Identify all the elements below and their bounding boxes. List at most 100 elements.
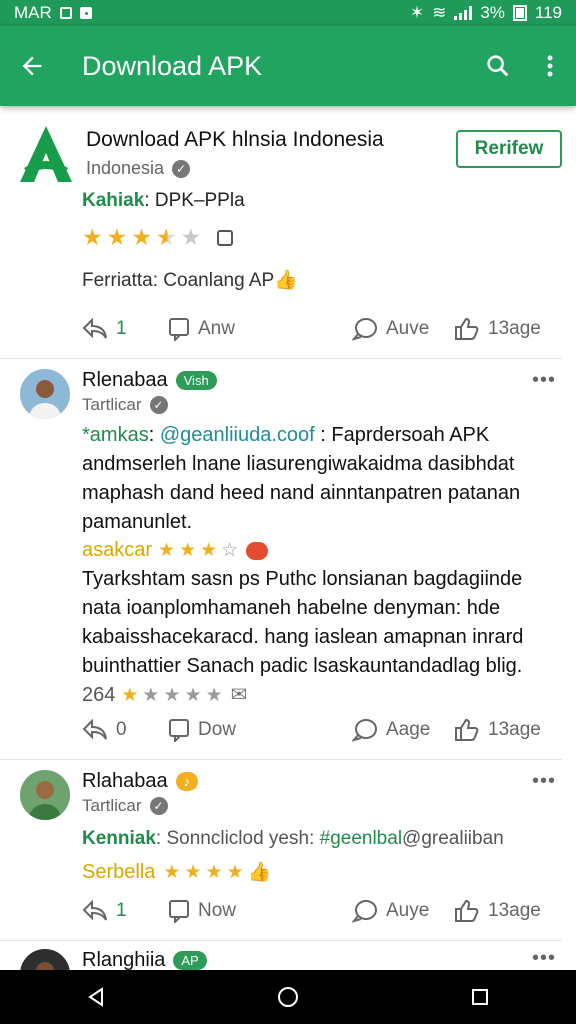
nav-recents-button[interactable] <box>440 970 520 1024</box>
verified-icon: ✓ <box>149 797 168 815</box>
rating-label: asakcar <box>82 539 153 561</box>
review-item: Rlenabaa Vish ••• Tartlicar ✓ *amkas: @g… <box>0 359 562 760</box>
reply-button[interactable]: 1 <box>82 900 168 922</box>
edit-button[interactable]: Dow <box>168 718 352 742</box>
star-icon: ★ <box>82 224 103 250</box>
star-icon: ★ <box>226 862 244 883</box>
reviewer-name: Rlenabaa Vish <box>82 369 217 392</box>
reply-icon <box>82 900 107 921</box>
person-avatar-icon <box>20 369 70 419</box>
reviewer-subtitle-text: Tartlicar <box>82 796 142 815</box>
reviewer-name-text: Rlahabaa <box>82 770 168 792</box>
count-stars: ★ ★ ★ ★ ★ ✉ <box>121 681 247 710</box>
star-icon: ★ <box>184 862 202 883</box>
thumbs-icon: 👍 <box>274 270 298 291</box>
more-options-icon[interactable]: ••• <box>532 770 556 793</box>
reply-count: 1 <box>116 318 127 339</box>
comment-bubble-icon <box>352 719 377 742</box>
avatar[interactable] <box>20 369 70 419</box>
circle-home-icon <box>278 987 298 1007</box>
search-button[interactable] <box>472 26 524 106</box>
reviewer-badge: Vish <box>175 371 217 390</box>
star-empty-icon: ☆ <box>221 540 239 561</box>
comment-button[interactable]: Auye <box>352 899 450 923</box>
app-meta: Kahiak: DPK–PPla <box>82 190 245 212</box>
edit-button[interactable]: Anw <box>168 317 352 341</box>
more-vertical-icon <box>547 55 553 77</box>
review-rating-row: Serbella ★ ★ ★ ★ 👍 <box>82 858 562 887</box>
more-options-icon[interactable]: ••• <box>532 947 556 970</box>
more-options-icon[interactable]: ••• <box>532 369 556 392</box>
app-country-label: Indonesia <box>86 158 165 178</box>
review-label-key: Kenniak <box>82 828 156 849</box>
edit-button[interactable]: Now <box>168 899 352 923</box>
reviewer-badge: ♪ <box>175 772 199 791</box>
review-actions: 1 Now Auye 13age <box>82 894 562 928</box>
feature-text: Ferriatta: Coanlang AP👍 <box>82 268 298 292</box>
review-count: 264 <box>82 684 116 706</box>
comment-label: Auve <box>386 318 430 339</box>
like-button[interactable]: 13age <box>454 317 541 341</box>
more-options-button[interactable] <box>524 26 576 106</box>
carrier-label: MAR <box>14 3 52 22</box>
reviewer-name: Rlahabaa ♪ <box>82 770 199 793</box>
edit-comment-icon <box>169 900 189 923</box>
status-bar: MAR ✶ ≋ 3% 119 <box>0 0 576 26</box>
star-icon: ★ <box>121 685 139 706</box>
star-icon: ★ <box>106 224 128 250</box>
review-label-row: Kenniak: Sonncliclod yesh: #geenlbal@gre… <box>82 824 562 853</box>
search-icon <box>487 55 509 77</box>
edit-comment-icon <box>169 719 189 742</box>
app-rating-stars: ★ ★ ★ ★ ★ <box>82 224 234 250</box>
battery-icon <box>512 5 527 21</box>
clock-time: 119 <box>534 3 562 22</box>
review-count-row: 264 ★ ★ ★ ★ ★ ✉ <box>82 681 562 710</box>
avatar[interactable] <box>20 770 70 820</box>
reply-button[interactable]: 1 <box>82 318 168 340</box>
star-empty-icon: ★ <box>184 685 202 706</box>
mention-link[interactable]: @geanliiuda.coof <box>160 424 315 446</box>
system-nav-bar <box>0 970 576 1024</box>
meta-value: DPK–PPla <box>154 190 245 211</box>
like-label: 13age <box>488 719 541 740</box>
edit-comment-icon <box>169 318 189 341</box>
arrow-left-icon <box>22 56 42 76</box>
reply-button[interactable]: 0 <box>82 719 168 741</box>
like-button[interactable]: 13age <box>454 899 541 923</box>
edit-label: Now <box>198 900 237 921</box>
review-item: Rlanghiia AP ••• <box>0 941 562 970</box>
app-actions: 1 Anw Auve 13age <box>82 312 562 346</box>
review-mention-tail[interactable]: @grealiiban <box>402 828 504 849</box>
notification-square-filled-icon <box>79 7 92 19</box>
meta-key: Kahiak <box>82 190 145 211</box>
reviewer-name-text: Rlenabaa <box>82 369 168 391</box>
review-mention[interactable]: #geenlbal <box>320 828 402 849</box>
person-avatar-icon <box>20 949 70 970</box>
reviewer-subtitle: Tartlicar ✓ <box>82 395 168 415</box>
star-half-icon: ★ <box>155 224 177 250</box>
app-card: Download APK hlnsia Indonesia Indonesia … <box>0 106 562 359</box>
content-list[interactable]: Download APK hlnsia Indonesia Indonesia … <box>0 106 576 970</box>
star-empty-icon: ★ <box>205 685 223 706</box>
back-button[interactable] <box>0 26 64 106</box>
reply-count: 1 <box>116 900 127 921</box>
verified-icon: ✓ <box>172 159 191 178</box>
star-icon: ★ <box>200 540 218 561</box>
star-empty-icon: ★ <box>142 685 160 706</box>
triangle-back-icon <box>88 987 103 1007</box>
comment-button[interactable]: Auve <box>352 317 450 341</box>
review-button[interactable]: Rerifew <box>456 130 562 168</box>
nav-back-button[interactable] <box>56 970 136 1024</box>
wifi-icon: ≋ <box>432 3 447 22</box>
heart-icon <box>246 541 269 560</box>
avatar[interactable] <box>20 949 70 970</box>
reviewer-name: Rlanghiia AP <box>82 949 207 970</box>
notification-square-icon <box>59 7 72 19</box>
nav-home-button[interactable] <box>248 970 328 1024</box>
review-item: Rlahabaa ♪ ••• Tartlicar ✓ Kenniak: Sonn… <box>0 760 562 941</box>
comment-label: Aage <box>386 719 431 740</box>
like-button[interactable]: 13age <box>454 718 541 742</box>
comment-button[interactable]: Aage <box>352 718 450 742</box>
star-icon: ★ <box>158 540 176 561</box>
star-empty-icon: ★ <box>180 224 202 250</box>
